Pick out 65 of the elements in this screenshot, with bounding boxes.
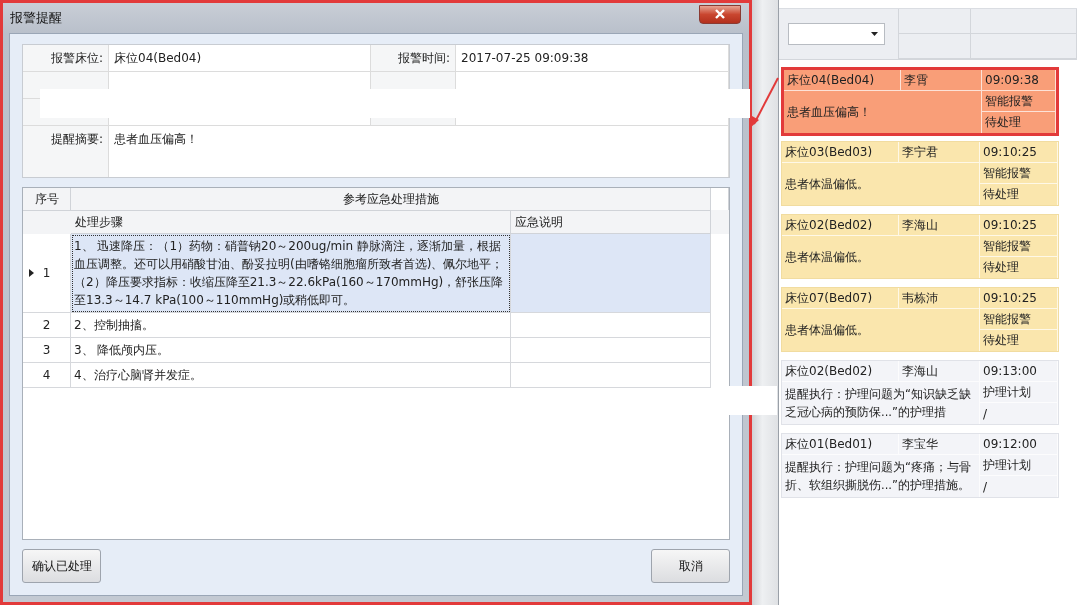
field-label: 报警时间: bbox=[397, 49, 450, 67]
field-label: 报警床位: bbox=[50, 49, 103, 67]
field-value: 2017-07-25 09:09:38 bbox=[461, 51, 589, 65]
table-cell-text: 3、 降低颅内压。 bbox=[74, 342, 170, 359]
alert-card[interactable]: 床位07(Bed07) 韦栋沛 09:10:25 患者体温偏低。 智能报警 待处理 bbox=[781, 287, 1059, 352]
alert-time: 09:09:38 bbox=[985, 73, 1039, 87]
alert-status: 待处理 bbox=[983, 259, 1019, 276]
table-cell-text: 4 bbox=[42, 367, 51, 384]
alert-time: 09:10:25 bbox=[983, 145, 1037, 159]
alert-status: 待处理 bbox=[983, 332, 1019, 349]
close-button[interactable] bbox=[699, 4, 741, 24]
column-header: 序号 bbox=[23, 188, 71, 211]
alert-message: 患者体温偏低。 bbox=[785, 249, 869, 266]
table-cell-text: 2 bbox=[42, 317, 51, 334]
patient-name: 李海山 bbox=[902, 362, 938, 380]
field-value: 床位04(Bed04) bbox=[114, 49, 202, 67]
bed-label: 床位02(Bed02) bbox=[785, 362, 873, 380]
table-cell-text: 1、 迅速降压：（1）药物：硝普钠20～200ug/min 静脉滴注，逐渐加量，根据血压调整。还可以用硝酸甘油、酚妥拉明(由嗜铬细胞瘤所致者首选)、佩尔地平；（2）降压要求指标：收缩压降至21.3～22.6kPa(160～170mmHg)，舒张压降至13.3～14.7 kPa(100～110mmHg)或稍低即可。 bbox=[74, 238, 505, 309]
bed-label: 床位03(Bed03) bbox=[785, 143, 873, 161]
alert-type: 智能报警 bbox=[983, 310, 1031, 328]
column-header: 参考应急处理措施 bbox=[71, 188, 711, 211]
alert-card[interactable]: 床位02(Bed02) 李海山 09:13:00 提醒执行：护理问题为“知识缺乏缺乏冠心病的预防保...”的护理措 护理计划 / bbox=[781, 360, 1059, 425]
alert-card[interactable]: 床位01(Bed01) 李宝华 09:12:00 提醒执行：护理问题为“疼痛；与骨折、软组织撕脱伤...”的护理措施。 护理计划 / bbox=[781, 433, 1059, 498]
alert-message: 患者体温偏低。 bbox=[785, 176, 869, 193]
alert-type: 智能报警 bbox=[983, 164, 1031, 182]
alert-type: 护理计划 bbox=[983, 456, 1031, 474]
alert-message: 患者体温偏低。 bbox=[785, 322, 869, 339]
patient-name: 李宁君 bbox=[902, 143, 938, 161]
alert-message: 患者血压偏高！ bbox=[787, 104, 871, 121]
table-cell-text: 1 bbox=[42, 265, 51, 282]
caret-icon bbox=[871, 32, 878, 36]
window-title: 报警提醒 bbox=[10, 9, 62, 27]
close-icon bbox=[714, 9, 726, 19]
table-cell-text: 3 bbox=[42, 342, 51, 359]
patient-name: 李宝华 bbox=[902, 435, 938, 453]
bed-label: 床位01(Bed01) bbox=[785, 435, 873, 453]
table-cell-text: 4、治疗心脑肾并发症。 bbox=[74, 367, 202, 384]
bed-label: 床位04(Bed04) bbox=[787, 71, 875, 89]
alert-time: 09:13:00 bbox=[983, 364, 1037, 378]
alert-time: 09:12:00 bbox=[983, 437, 1037, 451]
field-label: 提醒摘要: bbox=[50, 131, 103, 148]
dialog-button[interactable]: 确认已处理 bbox=[22, 549, 101, 583]
alert-type: 智能报警 bbox=[985, 92, 1033, 110]
alert-time: 09:10:25 bbox=[983, 218, 1037, 232]
patient-name: 李海山 bbox=[902, 216, 938, 234]
alert-status: / bbox=[983, 479, 988, 494]
alert-status: / bbox=[983, 406, 988, 421]
table-cell-text: 2、控制抽搐。 bbox=[74, 317, 154, 334]
alert-status: 待处理 bbox=[985, 114, 1021, 131]
alert-message: 提醒执行：护理问题为“疼痛；与骨折、软组织撕脱伤...”的护理措施。 bbox=[785, 459, 972, 494]
alert-time: 09:10:25 bbox=[983, 291, 1037, 305]
row-indicator-icon bbox=[29, 269, 34, 277]
alert-card[interactable]: 床位04(Bed04) 李霄 09:09:38 患者血压偏高！ 智能报警 待处理 bbox=[781, 67, 1059, 136]
bed-label: 床位02(Bed02) bbox=[785, 216, 873, 234]
patient-name: 韦栋沛 bbox=[902, 289, 938, 307]
dialog-button[interactable]: 取消 bbox=[651, 549, 730, 583]
alert-message: 提醒执行：护理问题为“知识缺乏缺乏冠心病的预防保...”的护理措 bbox=[785, 386, 972, 421]
alert-type: 护理计划 bbox=[983, 383, 1031, 401]
field-value: 患者血压偏高！ bbox=[114, 131, 198, 148]
alert-type: 智能报警 bbox=[983, 237, 1031, 255]
bed-label: 床位07(Bed07) bbox=[785, 289, 873, 307]
alert-card[interactable]: 床位03(Bed03) 李宁君 09:10:25 患者体温偏低。 智能报警 待处理 bbox=[781, 141, 1059, 206]
patient-name: 李霄 bbox=[904, 71, 928, 89]
alert-status: 待处理 bbox=[983, 186, 1019, 203]
alert-card[interactable]: 床位02(Bed02) 李海山 09:10:25 患者体温偏低。 智能报警 待处理 bbox=[781, 214, 1059, 279]
